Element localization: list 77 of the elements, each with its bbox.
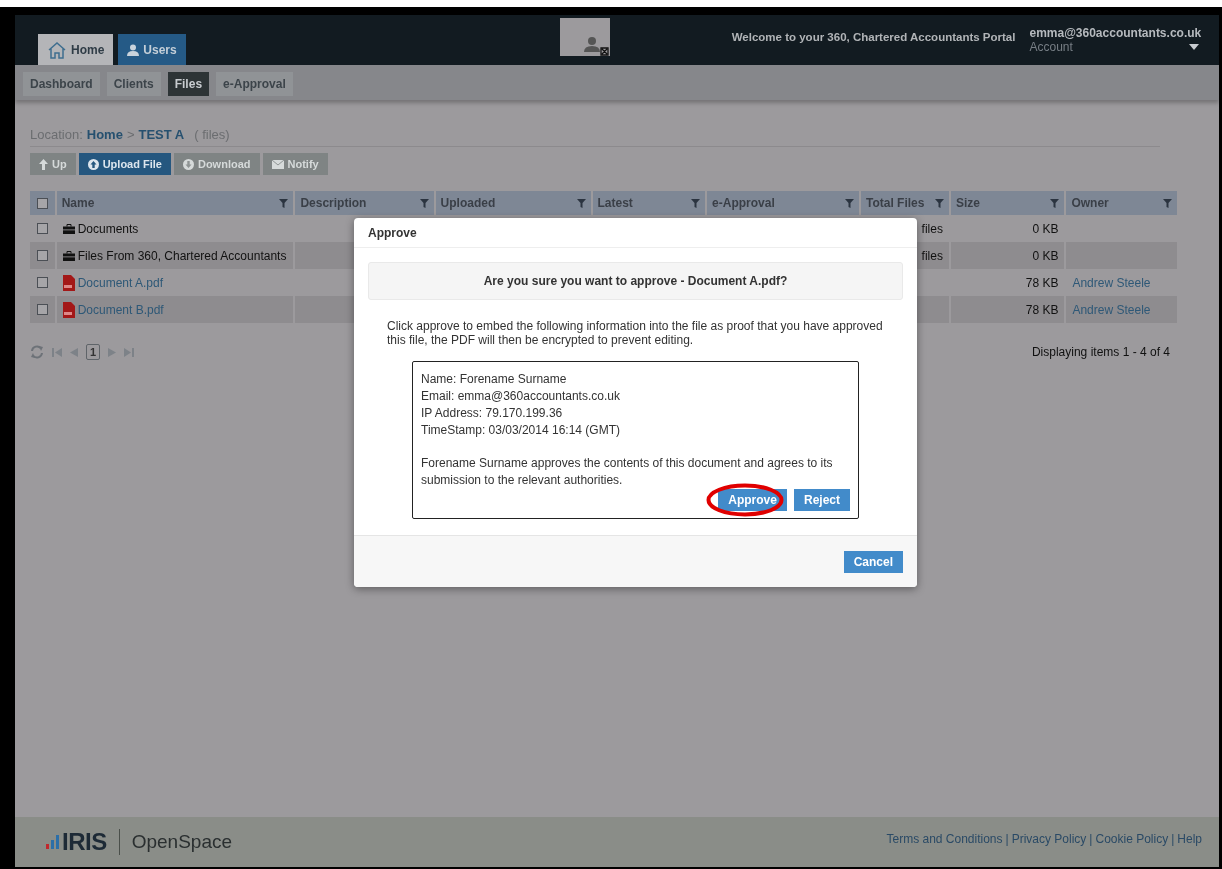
column-header[interactable]: Name	[56, 191, 294, 215]
subnav-tab[interactable]: Files	[167, 72, 210, 96]
home-icon	[47, 40, 67, 59]
refresh-icon[interactable]	[30, 345, 44, 359]
link-separator: |	[1171, 832, 1175, 846]
filter-icon[interactable]	[419, 198, 429, 208]
footer-link[interactable]: Help	[1177, 832, 1202, 846]
nav-tab[interactable]: Home	[38, 34, 114, 65]
toolbar-button[interactable]: Upload File	[78, 153, 171, 175]
link-separator: |	[1089, 832, 1093, 846]
upload-icon	[87, 158, 99, 170]
question-banner: Are you sure you want to approve - Document A.pdf?	[368, 262, 903, 300]
filter-icon[interactable]	[845, 198, 854, 208]
row-checkbox[interactable]	[36, 223, 48, 234]
reject-button[interactable]: Reject	[793, 489, 850, 511]
subnav-tab[interactable]: Dashboard	[23, 72, 100, 96]
intro-text: Click approve to embed the following information into the file as proof that you have approved this file, the PDF will then be encrypted to prevent editing.	[387, 319, 884, 347]
filter-icon[interactable]	[576, 198, 586, 208]
up-arrow-icon	[39, 158, 48, 170]
column-header[interactable]: e-Approval	[707, 191, 859, 215]
folder-name[interactable]: Files From 360, Chartered Accountants	[77, 248, 287, 263]
breadcrumb-link[interactable]: Home	[86, 127, 123, 142]
breadcrumb-link[interactable]: TEST A	[138, 127, 185, 142]
brand-logo: IRIS	[62, 828, 107, 856]
file-link[interactable]: Document B.pdf	[77, 302, 164, 317]
account-menu[interactable]: Account	[1029, 40, 1073, 54]
page-number[interactable]: 1	[86, 344, 101, 360]
breadcrumb-separator: >	[126, 127, 135, 142]
detail-line: IP Address: 79.170.199.36	[421, 405, 564, 422]
caret-icon[interactable]	[1189, 44, 1200, 50]
product-name: OpenSpace	[131, 831, 233, 853]
filter-icon[interactable]	[1050, 198, 1060, 208]
pdf-file-icon	[62, 301, 75, 318]
subnav-tab[interactable]: e-Approval	[216, 72, 293, 96]
owner-link[interactable]: Andrew Steele	[1072, 275, 1151, 290]
download-icon	[182, 158, 194, 170]
filter-icon[interactable]	[691, 198, 701, 208]
mail-icon	[271, 159, 284, 169]
filter-icon[interactable]	[279, 198, 289, 208]
avatar-placeholder	[559, 18, 610, 56]
dialog-title: Approve	[368, 225, 417, 240]
folder-name[interactable]: Documents	[77, 221, 139, 236]
row-checkbox[interactable]	[36, 277, 48, 288]
welcome-text: Welcome to your 360, Chartered Accountants Portal	[731, 31, 1016, 43]
filter-icon[interactable]	[1163, 198, 1172, 208]
nav-tab[interactable]: Users	[118, 34, 186, 65]
pdf-file-icon	[62, 274, 75, 291]
select-all-checkbox[interactable]	[36, 197, 48, 209]
statement-text: Forename Surname approves the contents of this document and agrees to its submission to the relevant authorities.	[421, 455, 834, 489]
owner-link[interactable]: Andrew Steele	[1072, 302, 1151, 317]
row-checkbox[interactable]	[36, 250, 48, 261]
logo-bars-icon	[46, 835, 60, 849]
column-header[interactable]: Latest	[592, 191, 706, 215]
subnav-tab[interactable]: Clients	[106, 72, 161, 96]
table-cell: 78 KB	[950, 296, 1065, 323]
row-checkbox[interactable]	[36, 304, 48, 315]
column-header[interactable]: Uploaded	[435, 191, 591, 215]
detail-line: Name: Forename Surname	[421, 371, 568, 388]
user-icon	[127, 43, 140, 56]
cancel-button[interactable]: Cancel	[843, 551, 903, 573]
briefcase-icon	[62, 250, 75, 261]
column-header[interactable]: Size	[950, 191, 1065, 215]
column-header[interactable]: Owner	[1066, 191, 1177, 215]
account-email: emma@360accountants.co.uk	[1029, 26, 1203, 40]
filter-icon[interactable]	[934, 198, 944, 208]
column-header[interactable]: Total Files	[861, 191, 949, 215]
footer-link[interactable]: Cookie Policy	[1095, 832, 1169, 846]
table-cell: 0 KB	[950, 242, 1065, 269]
detail-line: TimeStamp: 03/03/2014 16:14 (GMT)	[421, 422, 621, 439]
pager-summary: Displaying items 1 - 4 of 4	[1031, 345, 1170, 359]
briefcase-icon	[62, 223, 75, 234]
detail-line: Email: emma@360accountants.co.uk	[421, 388, 621, 405]
file-link[interactable]: Document A.pdf	[77, 275, 164, 290]
footer-link[interactable]: Privacy Policy	[1011, 832, 1087, 846]
footer-link[interactable]: Terms and Conditions	[886, 832, 1003, 846]
column-header[interactable]: Description	[295, 191, 434, 215]
link-separator: |	[1005, 832, 1009, 846]
